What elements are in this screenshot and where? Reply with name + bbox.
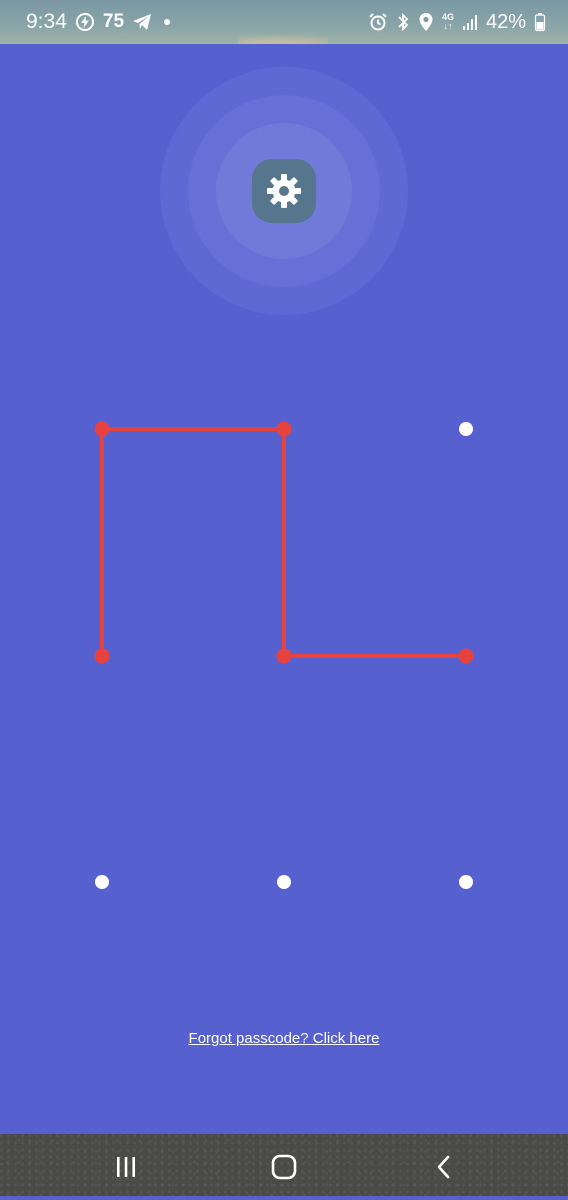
pattern-dot-9[interactable] (459, 875, 473, 889)
pattern-line (100, 427, 468, 658)
pattern-dot-7[interactable] (95, 875, 109, 889)
home-icon (271, 1154, 297, 1180)
pattern-dot-3[interactable] (459, 422, 473, 436)
pattern-dot-1[interactable] (94, 421, 110, 437)
pattern-dot-4[interactable] (94, 648, 110, 664)
pattern-lock-grid[interactable] (0, 0, 568, 1134)
navigation-bar (0, 1134, 568, 1200)
pattern-dot-5[interactable] (276, 648, 292, 664)
back-icon (437, 1155, 450, 1179)
pattern-dot-6[interactable] (458, 648, 474, 664)
back-button[interactable] (404, 1134, 484, 1200)
recent-apps-icon (117, 1157, 135, 1177)
home-button[interactable] (244, 1134, 324, 1200)
nav-bottom-edge (0, 1196, 568, 1200)
forgot-passcode-link[interactable]: Forgot passcode? Click here (0, 1030, 568, 1047)
pattern-dot-2[interactable] (276, 421, 292, 437)
recent-apps-button[interactable] (86, 1134, 166, 1200)
pattern-dot-8[interactable] (277, 875, 291, 889)
